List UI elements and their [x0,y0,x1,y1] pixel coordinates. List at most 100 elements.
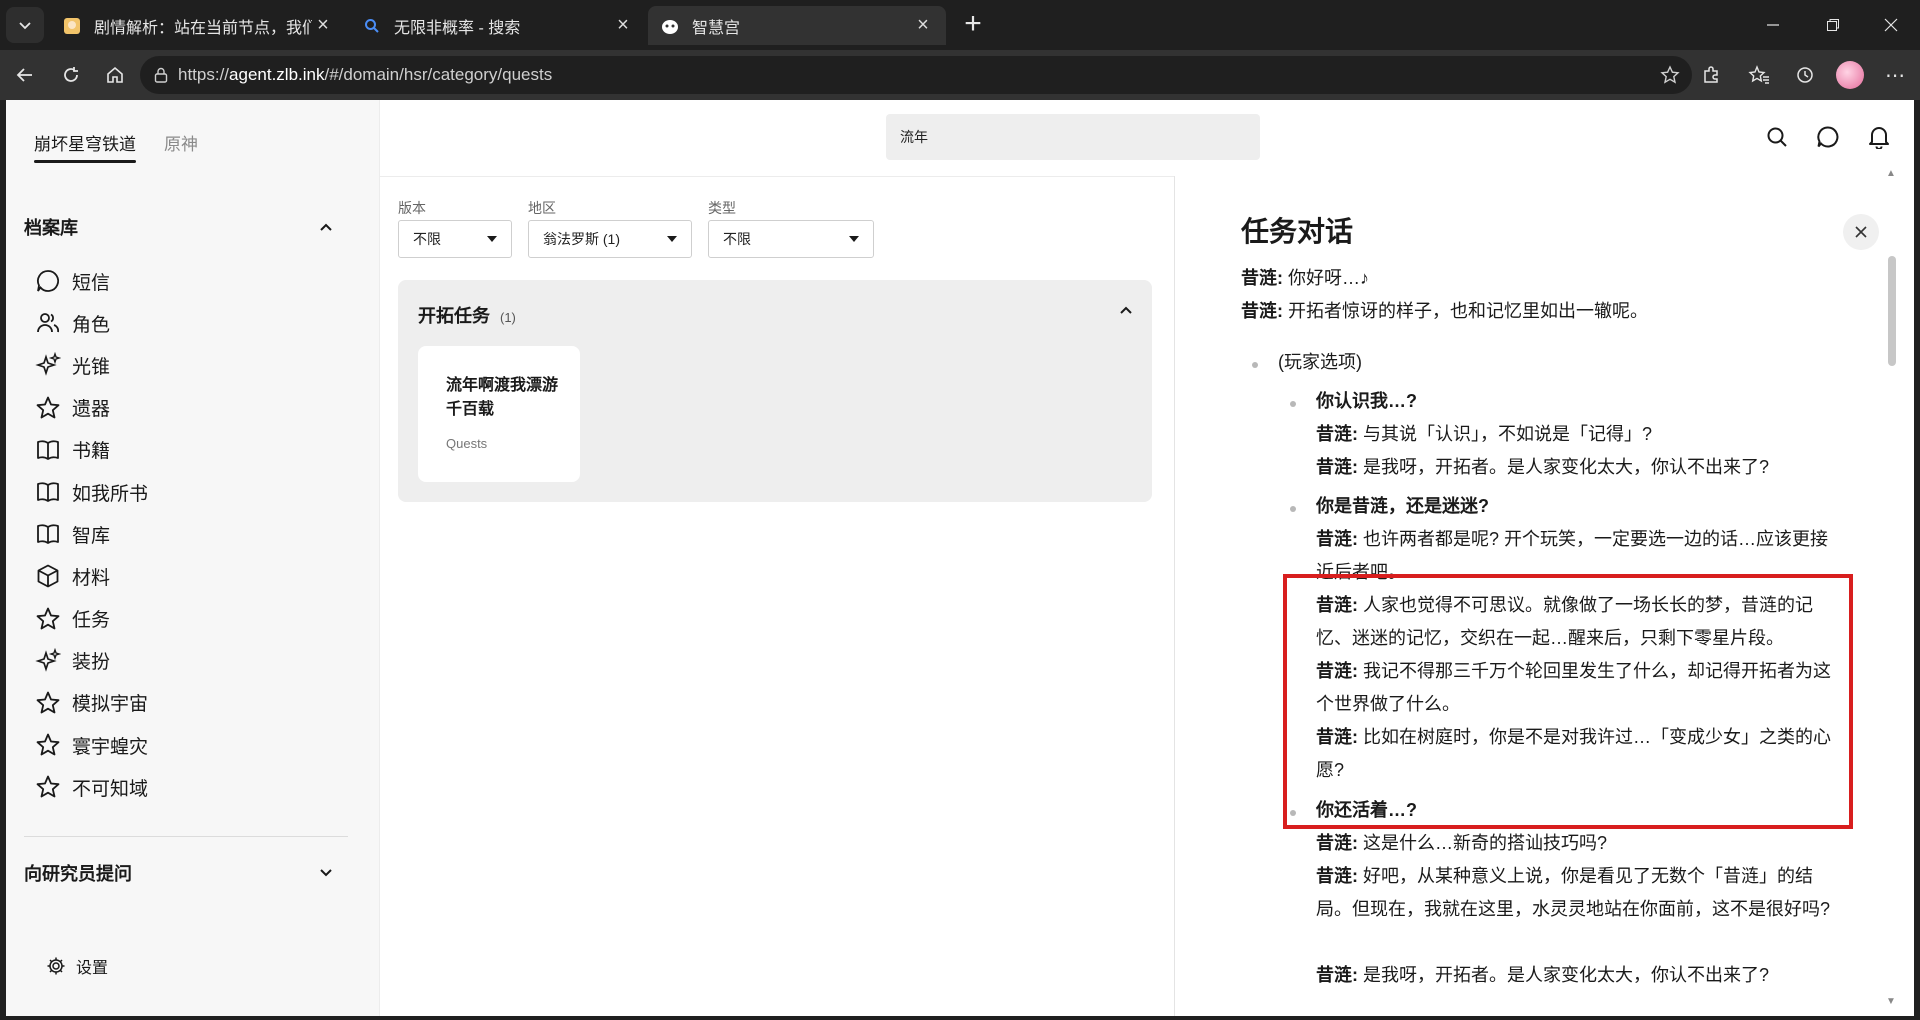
extensions-icon[interactable] [1696,60,1726,90]
option-title: 你是昔涟，还是迷迷? [1316,490,1489,523]
game-tab-hsr[interactable]: 崩坏星穹铁道 [34,130,136,163]
archive-section-toggle[interactable]: 档案库 [24,212,334,242]
sidebar-item-quests[interactable]: 任务 [34,598,354,640]
search-icon[interactable] [1760,120,1794,154]
page: 崩坏星穹铁道 原神 档案库 短信 角色 光锥 遗器 书籍 如我所书 智库 材料 … [6,100,1914,1016]
tab-title: 无限非概率 - 搜索 [394,19,521,37]
history-icon[interactable] [1790,60,1820,90]
sidebar-item-characters[interactable]: 角色 [34,302,354,344]
settings-label: 设置 [76,960,109,977]
list-bullet [1290,506,1296,512]
restore-icon[interactable] [1818,10,1848,40]
profile-avatar[interactable] [1836,61,1864,89]
chevron-down-icon [320,869,332,877]
refresh-icon[interactable] [56,60,86,90]
option-title-text: 你认识我…? [1316,391,1417,411]
sidebar-item-label: 任务 [72,610,111,632]
line-text: 是我呀，开拓者。是人家变化太大，你认不出来了? [1363,457,1770,477]
collapse-group-button[interactable] [1118,302,1134,318]
sidebar-item-label: 角色 [72,314,111,336]
close-tab-icon[interactable]: × [612,14,634,37]
sidebar-item-materials[interactable]: 材料 [34,555,354,597]
chat-icon[interactable] [1811,120,1845,154]
book-icon [34,436,62,464]
sidebar: 崩坏星穹铁道 原神 档案库 短信 角色 光锥 遗器 书籍 如我所书 智库 材料 … [6,100,380,1016]
chevron-down-icon [19,22,31,30]
message-icon [34,267,62,295]
ask-researcher-toggle[interactable]: 向研究员提问 [24,858,334,888]
tab-search[interactable]: 无限非概率 - 搜索 × [350,6,646,45]
chevron-up-icon [320,223,332,231]
sidebar-item-books[interactable]: 书籍 [34,429,354,471]
favorites-icon[interactable] [1744,60,1774,90]
sidebar-item-simulated-universe[interactable]: 模拟宇宙 [34,682,354,724]
tab-active[interactable]: 智慧宫 × [648,6,946,45]
sidebar-divider [24,836,348,837]
game-tab-genshin[interactable]: 原神 [164,130,198,155]
settings-button[interactable]: 设置 [46,954,108,978]
speaker-name: 昔涟: [1316,529,1358,549]
url-path: /#/domain/hsr/category/quests [324,65,553,84]
book-icon [34,520,62,548]
tab-bar: 剧情解析：站在当前节点，我们来 × 无限非概率 - 搜索 × 智慧宫 × + [0,0,1920,50]
window-close-icon[interactable] [1876,10,1906,40]
sidebar-item-label: 装扮 [72,652,111,674]
option-title: 你认识我…? [1316,385,1417,418]
star-icon [34,773,62,801]
sidebar-item-label: 材料 [72,567,111,589]
sidebar-item-think-tank[interactable]: 智库 [34,513,354,555]
owl-favicon-icon [660,16,680,36]
sidebar-item-label: 短信 [72,272,111,294]
sidebar-item-label: 模拟宇宙 [72,694,149,716]
panel-scrollbar[interactable]: ▲ ▼ [1886,168,1898,1016]
list-bullet [1252,362,1258,368]
sidebar-item-swarm-disaster[interactable]: 寰宇蝗灾 [34,724,354,766]
sidebar-item-light-cones[interactable]: 光锥 [34,344,354,386]
sidebar-item-label: 寰宇蝗灾 [72,736,149,758]
home-icon[interactable] [100,60,130,90]
close-tab-icon[interactable]: × [912,14,934,37]
sidebar-item-label: 遗器 [72,399,111,421]
sidebar-item-as-i-write[interactable]: 如我所书 [34,471,354,513]
scroll-up-icon[interactable]: ▲ [1886,168,1896,179]
star-icon [34,605,62,633]
dialogue-line: 昔涟: 与其说「认识」，不如说是「记得」? [1316,418,1652,451]
dialogue-line: 昔涟: 是我呀，开拓者。是人家变化太大，你认不出来了? [1316,451,1769,484]
close-panel-button[interactable] [1843,214,1879,250]
caret-down-icon [667,236,677,242]
archive-list: 短信 角色 光锥 遗器 书籍 如我所书 智库 材料 任务 装扮 模拟宇宙 寰宇蝗… [34,260,354,808]
new-tab-button[interactable]: + [958,9,988,40]
search-input[interactable]: 流年 [886,114,1260,160]
sidebar-item-unknowable-domain[interactable]: 不可知域 [34,766,354,808]
version-select[interactable]: 不限 [398,220,512,258]
back-icon[interactable] [10,60,40,90]
people-icon [34,309,62,337]
quest-card[interactable]: 流年啊渡我漂游千百载 Quests [418,346,580,482]
address-bar: https://agent.zlb.ink/#/domain/hsr/categ… [0,50,1920,100]
region-select[interactable]: 翁法罗斯 (1) [528,220,692,258]
lock-icon [154,67,168,83]
line-text: 开拓者惊讶的样子，也和记忆里如出一辙呢。 [1288,301,1649,321]
version-filter-label: 版本 [398,200,426,216]
close-tab-icon[interactable]: × [312,14,334,37]
bell-icon[interactable] [1862,120,1896,154]
tab-actions-button[interactable] [6,7,44,43]
speaker-name: 昔涟: [1316,965,1358,985]
option-title-text: 你是昔涟，还是迷迷? [1316,496,1489,516]
sidebar-item-messages[interactable]: 短信 [34,260,354,302]
archive-title: 档案库 [24,218,78,238]
more-menu-icon[interactable]: ⋯ [1880,60,1910,90]
url-field[interactable]: https://agent.zlb.ink/#/domain/hsr/categ… [140,56,1692,94]
sparkle-icon [34,647,62,675]
sidebar-item-relics[interactable]: 遗器 [34,387,354,429]
sidebar-item-outfits[interactable]: 装扮 [34,640,354,682]
type-select[interactable]: 不限 [708,220,874,258]
tab-story-analysis[interactable]: 剧情解析：站在当前节点，我们来 × [50,6,346,45]
player-choice-label: (玩家选项) [1278,352,1362,372]
scroll-down-icon[interactable]: ▼ [1886,996,1896,1007]
sidebar-item-label: 如我所书 [72,483,149,505]
quest-group-count: (1) [500,310,516,325]
scrollbar-thumb[interactable] [1888,256,1896,366]
favorite-star-icon[interactable] [1660,65,1680,85]
minimize-icon[interactable] [1758,10,1788,40]
